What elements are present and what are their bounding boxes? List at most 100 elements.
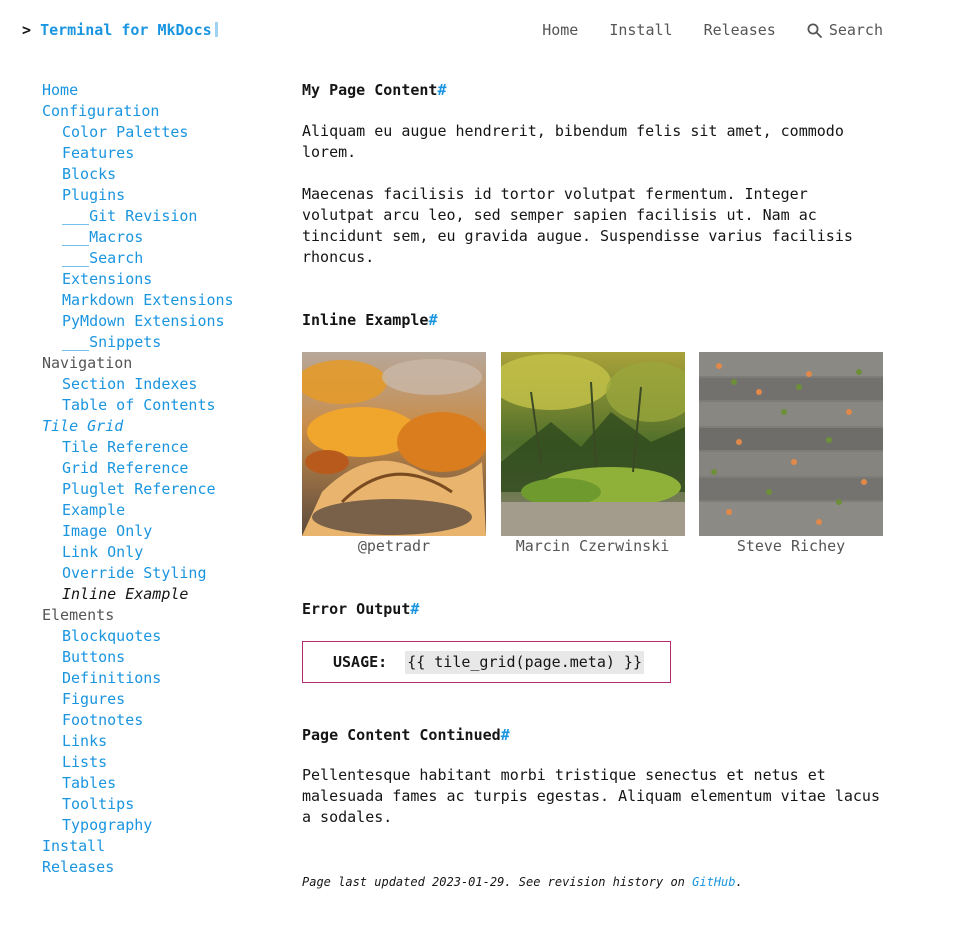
sidebar-item-footnotes[interactable]: Footnotes: [62, 711, 143, 729]
sidebar-row: Override Styling: [42, 563, 282, 584]
error-output-box: USAGE: {{ tile_grid(page.meta) }}: [302, 641, 671, 683]
tile-caption: @petradr: [357, 537, 431, 555]
sidebar-item-typography[interactable]: Typography: [62, 816, 152, 834]
sidebar-row: PyMdown Extensions: [42, 311, 282, 332]
sidebar-item-definitions[interactable]: Definitions: [62, 669, 161, 687]
updated-text: Page last updated 2023-01-29. See revisi…: [302, 875, 693, 889]
sidebar-row: ___Search: [42, 248, 282, 269]
paragraph-line: Maecenas facilisis id tortor volutpat fe…: [302, 185, 808, 203]
sidebar-item-inline-example: Inline Example: [62, 585, 189, 603]
sidebar-row: Color Palettes: [42, 122, 282, 143]
sidebar-item-configuration[interactable]: Configuration: [42, 102, 159, 120]
sidebar-row: Links: [42, 731, 282, 752]
sidebar-item-section-indexes[interactable]: Section Indexes: [62, 375, 197, 393]
sidebar-item-image-only[interactable]: Image Only: [62, 522, 152, 540]
heading-text: Inline Example: [302, 311, 429, 329]
heading-text: My Page Content: [302, 81, 438, 99]
terminal-cursor: [214, 22, 218, 37]
sidebar-item-buttons[interactable]: Buttons: [62, 648, 125, 666]
paragraph-3: Pellentesque habitant morbi tristique se…: [302, 765, 880, 828]
sidebar-item-links[interactable]: Links: [62, 732, 107, 750]
sidebar-row: Tile Reference: [42, 437, 282, 458]
sidebar-item-tooltips[interactable]: Tooltips: [62, 795, 134, 813]
sidebar-item-table-of-contents[interactable]: Table of Contents: [62, 396, 216, 414]
sidebar-item-blocks[interactable]: Blocks: [62, 165, 116, 183]
search-icon: [807, 23, 822, 38]
sidebar-row: ___Macros: [42, 227, 282, 248]
sidebar-item-home[interactable]: Home: [42, 81, 78, 99]
heading-my-page-content: My Page Content#: [302, 80, 447, 101]
sidebar-item-markdown-extensions[interactable]: Markdown Extensions: [62, 291, 234, 309]
paragraph-line: rhoncus.: [302, 248, 375, 266]
tile-caption: Steve Richey: [736, 537, 846, 555]
tile-item[interactable]: Steve Richey: [699, 352, 883, 556]
sidebar-item-search[interactable]: ___Search: [62, 249, 143, 267]
sidebar-row: Footnotes: [42, 710, 282, 731]
sidebar-row: Markdown Extensions: [42, 290, 282, 311]
sidebar-row: Grid Reference: [42, 458, 282, 479]
page-updated-note: Page last updated 2023-01-29. See revisi…: [302, 872, 743, 893]
sidebar-row: Install: [42, 836, 282, 857]
top-nav-home[interactable]: Home: [542, 18, 578, 42]
sidebar-item-tile-reference[interactable]: Tile Reference: [62, 438, 188, 456]
heading-anchor-link[interactable]: #: [428, 311, 437, 329]
sidebar-row: ___Snippets: [42, 332, 282, 353]
logo-prompt: >: [22, 21, 32, 39]
sidebar-row: Buttons: [42, 647, 282, 668]
sidebar-row: Table of Contents: [42, 395, 282, 416]
sidebar-item-snippets[interactable]: ___Snippets: [62, 333, 161, 351]
sidebar-row: Navigation: [42, 353, 282, 374]
sidebar-item-grid-reference[interactable]: Grid Reference: [62, 459, 188, 477]
sidebar-item-git-revision[interactable]: ___Git Revision: [62, 207, 197, 225]
heading-anchor-link[interactable]: #: [501, 726, 510, 744]
wooden-deck-leaves-image: [699, 352, 883, 536]
paragraph-line: Aliquam eu augue hendrerit, bibendum fel…: [302, 122, 844, 140]
sidebar-item-lists[interactable]: Lists: [62, 753, 107, 771]
sidebar-item-install[interactable]: Install: [42, 837, 105, 855]
sidebar-item-link-only[interactable]: Link Only: [62, 543, 143, 561]
paragraph-line: Pellentesque habitant morbi tristique se…: [302, 766, 826, 784]
heading-anchor-link[interactable]: #: [437, 81, 446, 99]
top-nav-releases[interactable]: Releases: [704, 18, 776, 42]
heading-anchor-link[interactable]: #: [410, 600, 419, 618]
sidebar-item-macros[interactable]: ___Macros: [62, 228, 143, 246]
heading-page-content-continued: Page Content Continued#: [302, 725, 510, 746]
paragraph-line: malesuada fames ac turpis egestas. Aliqu…: [302, 787, 880, 805]
sidebar-item-releases[interactable]: Releases: [42, 858, 114, 876]
sidebar-item-color-palettes[interactable]: Color Palettes: [62, 123, 188, 141]
sidebar-item-pluglet-reference[interactable]: Pluglet Reference: [62, 480, 216, 498]
github-link[interactable]: GitHub: [692, 875, 735, 889]
forest-moss-image: [500, 352, 685, 536]
sidebar-item-override-styling[interactable]: Override Styling: [62, 564, 207, 582]
tile-grid: @petradr Marcin Czerwinski Steve Richey: [302, 352, 883, 556]
sidebar-row: Image Only: [42, 521, 282, 542]
sidebar-row: Extensions: [42, 269, 282, 290]
site-header: > Terminal for MkDocs Home Install Relea…: [22, 18, 956, 42]
updated-suffix: .: [735, 875, 743, 889]
sidebar-item-example[interactable]: Example: [62, 501, 125, 519]
search-button[interactable]: Search: [807, 18, 883, 42]
sidebar-row: ___Git Revision: [42, 206, 282, 227]
heading-error-output: Error Output#: [302, 599, 419, 620]
logo-site-name[interactable]: Terminal for MkDocs: [40, 21, 212, 39]
sidebar-row: Definitions: [42, 668, 282, 689]
usage-code: {{ tile_grid(page.meta) }}: [405, 650, 644, 674]
usage-label: USAGE:: [333, 652, 388, 671]
sidebar-row: Section Indexes: [42, 374, 282, 395]
tile-item[interactable]: @petradr: [302, 352, 486, 556]
top-nav-install[interactable]: Install: [609, 18, 672, 42]
sidebar-row: Blockquotes: [42, 626, 282, 647]
sidebar-item-tables[interactable]: Tables: [62, 774, 116, 792]
sidebar-item-extensions[interactable]: Extensions: [62, 270, 152, 288]
paragraph-line: a sodales.: [302, 808, 393, 826]
sidebar-item-features[interactable]: Features: [62, 144, 134, 162]
sidebar-item-pymdown-extensions[interactable]: PyMdown Extensions: [62, 312, 225, 330]
sidebar-item-plugins[interactable]: Plugins: [62, 186, 125, 204]
sidebar-item-blockquotes[interactable]: Blockquotes: [62, 627, 161, 645]
site-logo[interactable]: > Terminal for MkDocs: [22, 18, 218, 42]
sidebar-row: Tables: [42, 773, 282, 794]
sidebar-item-figures[interactable]: Figures: [62, 690, 125, 708]
tile-item[interactable]: Marcin Czerwinski: [500, 352, 685, 556]
sidebar-row: Example: [42, 500, 282, 521]
sidebar-item-tile-grid[interactable]: Tile Grid: [42, 417, 123, 435]
